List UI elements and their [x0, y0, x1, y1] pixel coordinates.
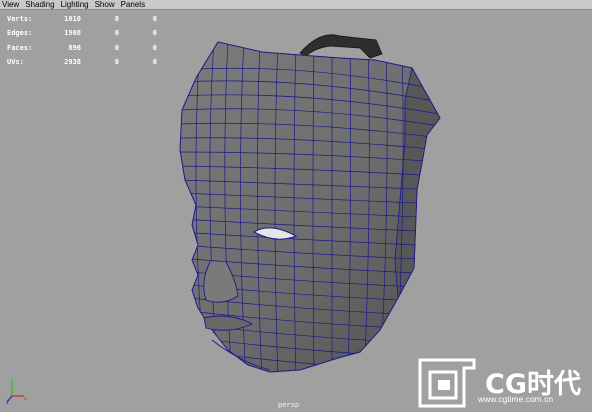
- axis-gizmo-icon: y x z: [6, 377, 27, 404]
- hud-row-faces: Faces: 896 0 0: [7, 43, 157, 52]
- svg-text:x: x: [24, 396, 27, 402]
- hud-row-verts: Verts: 1010 0 0: [7, 15, 157, 23]
- poly-count-hud: Verts: 1010 0 0 Edges: 1908 0 0 Faces: 8…: [7, 12, 157, 69]
- svg-text:z: z: [6, 400, 9, 404]
- watermark-url: www.cgtime.com.cn: [478, 394, 554, 404]
- head-strap: [299, 34, 383, 59]
- viewport-panel[interactable]: View Shading Lighting Show Panels Verts:…: [0, 0, 592, 412]
- svg-text:y: y: [11, 377, 14, 383]
- hud-row-uvs: UVs: 2938 0 0: [7, 57, 157, 66]
- camera-label: persp: [278, 401, 300, 409]
- hud-row-edges: Edges: 1908 0 0: [7, 29, 157, 38]
